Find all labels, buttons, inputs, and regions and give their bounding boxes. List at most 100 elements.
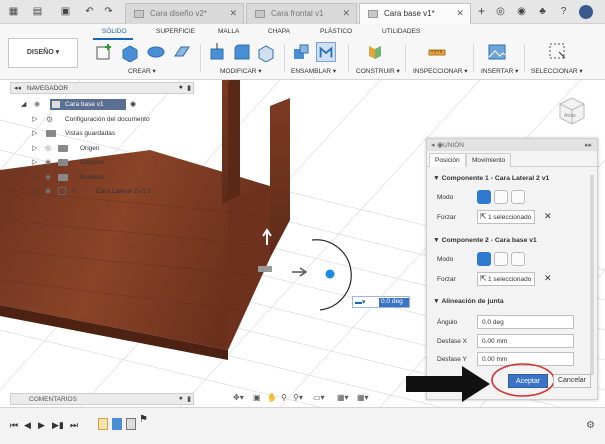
expand-triangle-icon[interactable]: ▷ <box>32 173 37 181</box>
pin-icon[interactable]: ● <box>179 395 183 402</box>
collapse-icon[interactable]: ◂ <box>431 141 435 149</box>
offset-plane-icon[interactable] <box>365 42 385 62</box>
sweep-icon[interactable] <box>172 42 192 62</box>
tab-solid[interactable]: SÓLIDO <box>102 28 127 35</box>
group-insert[interactable]: INSERTAR ▾ <box>481 67 518 75</box>
angle-dropdown[interactable]: ▬▾ 0.0 deg <box>352 296 410 308</box>
close-icon[interactable]: ✕ <box>342 8 350 19</box>
component1-selection[interactable]: ⇱ 1 seleccionado <box>477 210 535 224</box>
browser-item-settings[interactable]: ▷ ⚙ Configuración del documento <box>10 112 194 127</box>
expand-panel-icon[interactable]: ▸▸ <box>585 141 592 149</box>
app-grid-icon[interactable]: ▦ <box>8 6 19 17</box>
browser-item-origin[interactable]: ▷ ◎ Origen <box>10 141 194 156</box>
right-side-panel[interactable] <box>270 98 290 258</box>
pin-icon[interactable]: ● <box>179 84 183 91</box>
look-at-icon[interactable]: ▣ <box>253 393 261 402</box>
timeline-joint-feature[interactable] <box>126 418 136 430</box>
browser-item-saved-views[interactable]: ▷ Vistas guardadas <box>10 126 194 141</box>
insert-image-icon[interactable] <box>487 42 507 62</box>
browser-item-bodies[interactable]: ▷ ◉ Cuerpos <box>10 155 194 170</box>
extrude-icon[interactable] <box>120 42 140 62</box>
tab-surface[interactable]: SUPERFICIE <box>156 28 195 35</box>
between-mode-icon[interactable] <box>494 190 508 204</box>
offset-x-field[interactable]: 0.00 mm <box>477 334 574 348</box>
group-modify[interactable]: MODIFICAR ▾ <box>220 67 262 75</box>
timeline-extrude-feature[interactable] <box>112 418 122 430</box>
timeline-sketch-feature[interactable] <box>98 418 108 430</box>
tab-document-2[interactable]: Cara frontal v1 ✕ <box>246 3 357 24</box>
collapse-icon[interactable]: ◂◂ <box>14 84 21 92</box>
play-icon[interactable]: ▶ <box>38 420 45 431</box>
between-mode-icon[interactable] <box>494 252 508 266</box>
expand-triangle-icon[interactable]: ▷ <box>32 115 37 123</box>
help-icon[interactable]: ? <box>558 6 569 17</box>
tab-mesh[interactable]: MALLA <box>218 28 239 35</box>
tab-motion[interactable]: Movimiento <box>466 153 512 167</box>
expand-triangle-icon[interactable]: ▷ <box>32 158 37 166</box>
component1-header[interactable]: ▼ Componente 1 - Cara Lateral 2 v1 <box>427 175 597 182</box>
step-forward-icon[interactable]: ▶▮ <box>52 420 64 431</box>
comments-panel[interactable]: COMENTARIOS ● ▮ <box>10 393 194 405</box>
component2-header[interactable]: ▼ Componente 2 - Cara base v1 <box>427 237 597 244</box>
cancel-button[interactable]: Cancelar <box>553 374 591 388</box>
browser-header[interactable]: ◂◂ NAVEGADOR ● ▮ <box>10 82 194 94</box>
viewcube[interactable]: Atrás <box>552 92 592 132</box>
component2-selection[interactable]: ⇱ 1 seleccionado <box>477 272 535 286</box>
joint-origin-handle[interactable] <box>324 268 336 280</box>
extensions-icon[interactable]: ◎ <box>495 6 506 17</box>
save-icon[interactable]: ▣ <box>60 6 71 17</box>
close-icon[interactable]: ✕ <box>229 8 237 19</box>
select-icon[interactable] <box>548 42 568 62</box>
timeline-marker-icon[interactable]: ⚑ <box>139 414 148 425</box>
avatar[interactable] <box>579 5 593 19</box>
press-pull-icon[interactable] <box>208 42 228 62</box>
grid-settings-icon[interactable]: ▦▾ <box>337 393 349 402</box>
dialog-header[interactable]: ◂ ◉ UNIÓN ▸▸ <box>427 139 597 151</box>
eye-icon[interactable]: ◉ <box>45 187 51 195</box>
revolve-icon[interactable] <box>146 42 166 62</box>
undo-icon[interactable]: ↶ <box>84 6 95 17</box>
clear-selection-icon[interactable]: ✕ <box>544 273 552 284</box>
step-back-icon[interactable]: ◀ <box>24 420 31 431</box>
display-settings-icon[interactable]: ▭▾ <box>313 393 325 402</box>
zoom-icon[interactable]: ⚲ <box>281 393 287 402</box>
group-construct[interactable]: CONSTRUIR ▾ <box>356 67 400 75</box>
expand-triangle-icon[interactable]: ▷ <box>32 187 37 195</box>
fit-icon[interactable]: ⚲▾ <box>293 393 303 402</box>
eye-off-icon[interactable]: ◎ <box>45 144 51 152</box>
snap-mode-icon[interactable] <box>477 190 491 204</box>
new-tab-icon[interactable]: + <box>476 5 487 17</box>
group-create[interactable]: CREAR ▾ <box>128 67 156 75</box>
collapse-triangle-icon[interactable]: ◢ <box>21 100 26 108</box>
angle-field[interactable]: 0.0 deg <box>477 315 574 329</box>
eye-icon[interactable]: ◉ <box>34 100 40 108</box>
workspace-switcher[interactable]: DISEÑO ▾ <box>8 38 78 68</box>
eye-icon[interactable]: ◉ <box>45 158 51 166</box>
dialog-scrollbar[interactable] <box>590 175 594 375</box>
accept-button[interactable]: Aceptar <box>508 374 548 388</box>
go-to-end-icon[interactable]: ⏭ <box>70 420 78 431</box>
joint-icon[interactable] <box>316 42 336 62</box>
activate-radio-icon[interactable]: ◉ <box>130 100 136 108</box>
fillet-icon[interactable] <box>232 42 252 62</box>
shell-icon[interactable] <box>256 42 276 62</box>
gear-icon[interactable]: ⚙ <box>586 420 595 431</box>
browser-item-sketches[interactable]: ▷ ◉ Bocetos <box>10 170 194 185</box>
close-icon[interactable]: ✕ <box>456 8 464 19</box>
angle-input[interactable]: 0.0 deg <box>379 298 409 307</box>
viewports-icon[interactable]: ▦▾ <box>357 393 369 402</box>
tab-position[interactable]: Posición <box>429 153 466 167</box>
redo-icon[interactable]: ↷ <box>103 6 114 17</box>
expand-triangle-icon[interactable]: ▷ <box>32 129 37 137</box>
measure-icon[interactable] <box>427 42 447 62</box>
tab-document-3[interactable]: Cara base v1* ✕ <box>359 3 471 24</box>
expand-triangle-icon[interactable]: ▷ <box>32 144 37 152</box>
two-faces-mode-icon[interactable] <box>511 252 525 266</box>
new-component-assemble-icon[interactable] <box>291 42 311 62</box>
snap-mode-icon[interactable] <box>477 252 491 266</box>
tab-document-1[interactable]: Cara diseño v2* ✕ <box>125 3 244 24</box>
eye-icon[interactable]: ◉ <box>45 173 51 181</box>
browser-root-row[interactable]: ◢ ◉ Cara base v1 ◉ <box>10 97 194 112</box>
file-menu-icon[interactable]: ▤ <box>32 6 43 17</box>
browser-item-linked-component[interactable]: ▷ ◉ ∞ Cara Lateral 2 v1:1 <box>10 184 194 199</box>
